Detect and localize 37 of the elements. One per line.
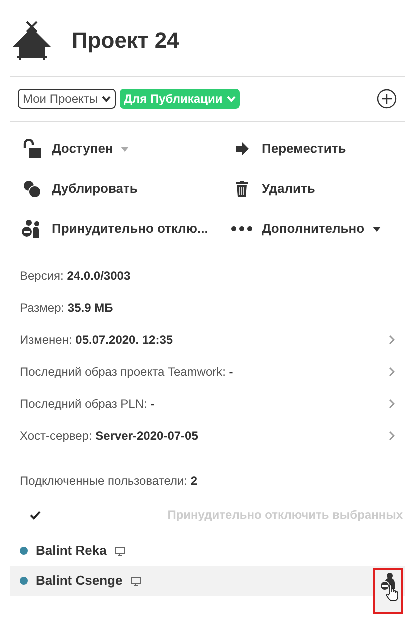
user-name: Balint Reka [36, 542, 107, 560]
action-button[interactable]: Переместить [230, 138, 405, 160]
chevron-right-icon[interactable] [389, 399, 395, 409]
chevron-right-icon[interactable] [389, 335, 395, 345]
info-text: Размер: 35.9 МБ [20, 300, 114, 317]
add-icon[interactable] [377, 89, 397, 109]
chevron-down-icon [226, 96, 236, 102]
disconnect-user-button[interactable] [373, 568, 403, 614]
project-filter-dropdown[interactable]: Мои Проекты [18, 89, 116, 109]
action-button[interactable]: Дублировать [20, 178, 230, 200]
unlocked-padlock-icon [22, 139, 42, 159]
more-icon [231, 226, 253, 232]
project-title: Проект 24 [72, 26, 180, 55]
action-button[interactable]: Принудительно отклю... [20, 218, 230, 240]
info-text: Хост-сервер: Server-2020-07-05 [20, 428, 198, 445]
user-row[interactable]: Balint Reka [10, 536, 405, 566]
arrow-right-icon [235, 142, 249, 156]
hand-cursor-icon [386, 584, 400, 602]
action-button[interactable]: Удалить [230, 178, 405, 200]
user-row[interactable]: Balint Csenge [10, 566, 405, 596]
chevron-right-icon[interactable] [389, 367, 395, 377]
trash-icon [236, 181, 248, 197]
check-icon[interactable] [30, 510, 41, 520]
user-name: Balint Csenge [36, 572, 123, 590]
info-text: Последний образ проекта Teamwork: - [20, 364, 234, 381]
info-text: Последний образ PLN: - [20, 396, 155, 413]
connected-users-text: Подключенные пользователи: 2 [20, 474, 198, 488]
info-text: Версия: 24.0.0/3003 [20, 268, 131, 285]
hut-icon [12, 20, 52, 60]
monitor-icon [130, 576, 141, 586]
action-button[interactable]: Дополнительно [230, 218, 405, 240]
monitor-icon [114, 546, 125, 556]
info-text: Изменен: 05.07.2020. 12:35 [20, 332, 174, 349]
chevron-down-icon [102, 96, 111, 102]
circles-icon [23, 180, 41, 198]
action-button[interactable]: Доступен [20, 138, 230, 160]
chevron-right-icon[interactable] [389, 431, 395, 441]
